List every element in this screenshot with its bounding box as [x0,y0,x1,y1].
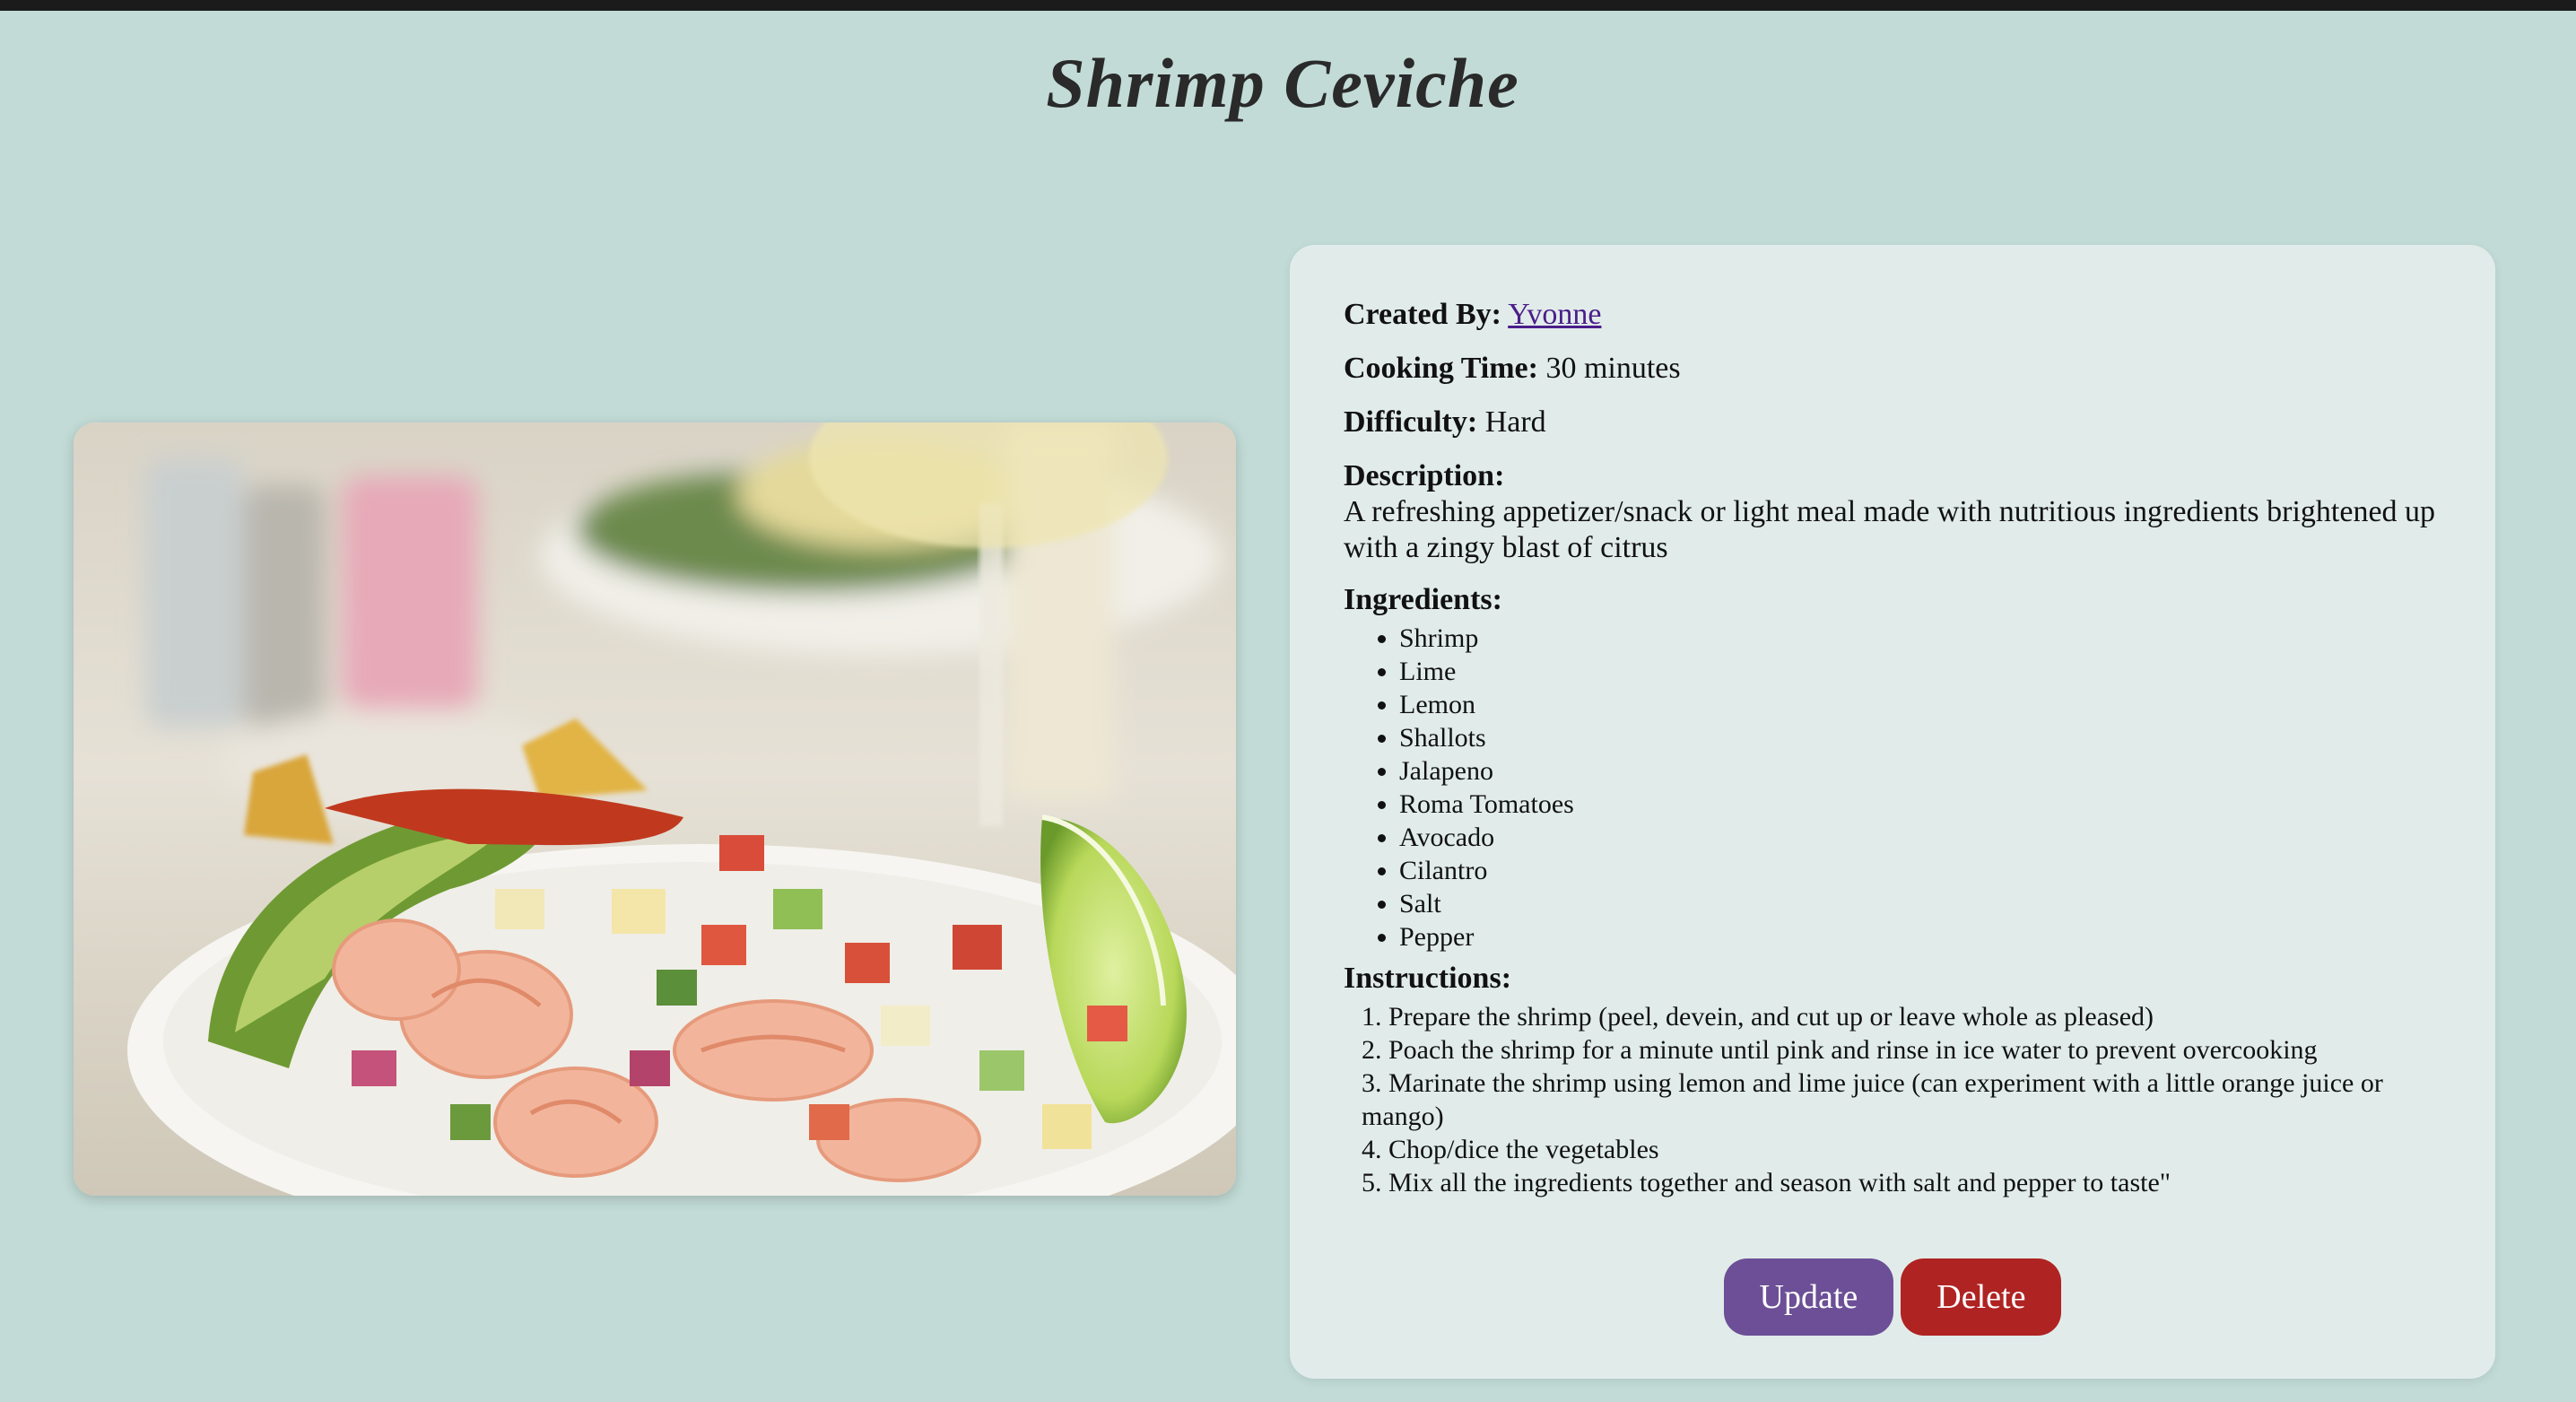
list-item: Avocado [1399,821,2447,854]
ingredients-list: Shrimp Lime Lemon Shallots Jalapeno Roma… [1344,622,2447,954]
list-item: Salt [1399,887,2447,920]
list-item: 2. Poach the shrimp for a minute until p… [1362,1035,2318,1065]
recipe-photo [74,422,1236,1196]
created-by-label: Created By: [1344,298,1501,331]
list-item: Pepper [1399,920,2447,954]
cooking-time-value: 30 minutes [1545,352,1681,385]
cooking-time-label: Cooking Time: [1344,352,1538,385]
ceviche-image [74,422,1236,1196]
ingredients-label: Ingredients: [1344,583,1502,616]
browser-top-bar [0,0,2576,11]
list-item: 4. Chop/dice the vegetables [1362,1135,1659,1164]
page-title: Shrimp Ceviche [1046,44,1519,122]
created-by-row: Created By: Yvonne [1344,297,2447,333]
list-item: 3. Marinate the shrimp using lemon and l… [1362,1068,2383,1131]
difficulty-label: Difficulty: [1344,405,1478,439]
list-item: 1. Prepare the shrimp (peel, devein, and… [1362,1002,2154,1032]
description-label: Description: [1344,459,1505,492]
update-button[interactable]: Update [1723,1258,1894,1336]
instructions-list: 1. Prepare the shrimp (peel, devein, and… [1344,1000,2447,1199]
difficulty-value: Hard [1484,405,1546,439]
list-item: Jalapeno [1399,754,2447,788]
difficulty-row: Difficulty: Hard [1344,405,2447,440]
cooking-time-row: Cooking Time: 30 minutes [1344,351,2447,387]
description-text: A refreshing appetizer/snack or light me… [1344,495,2436,564]
creator-link[interactable]: Yvonne [1508,298,1601,331]
list-item: Lemon [1399,688,2447,721]
list-item: 5. Mix all the ingredients together and … [1362,1168,2171,1197]
recipe-actions: Update Delete [1290,1258,2495,1336]
list-item: Shallots [1399,721,2447,754]
list-item: Lime [1399,655,2447,688]
list-item: Shrimp [1399,622,2447,655]
list-item: Cilantro [1399,854,2447,887]
recipe-details-card: Created By: Yvonne Cooking Time: 30 minu… [1290,245,2495,1379]
instructions-label: Instructions: [1344,962,1512,995]
delete-button[interactable]: Delete [1901,1258,2062,1336]
list-item: Roma Tomatoes [1399,788,2447,821]
